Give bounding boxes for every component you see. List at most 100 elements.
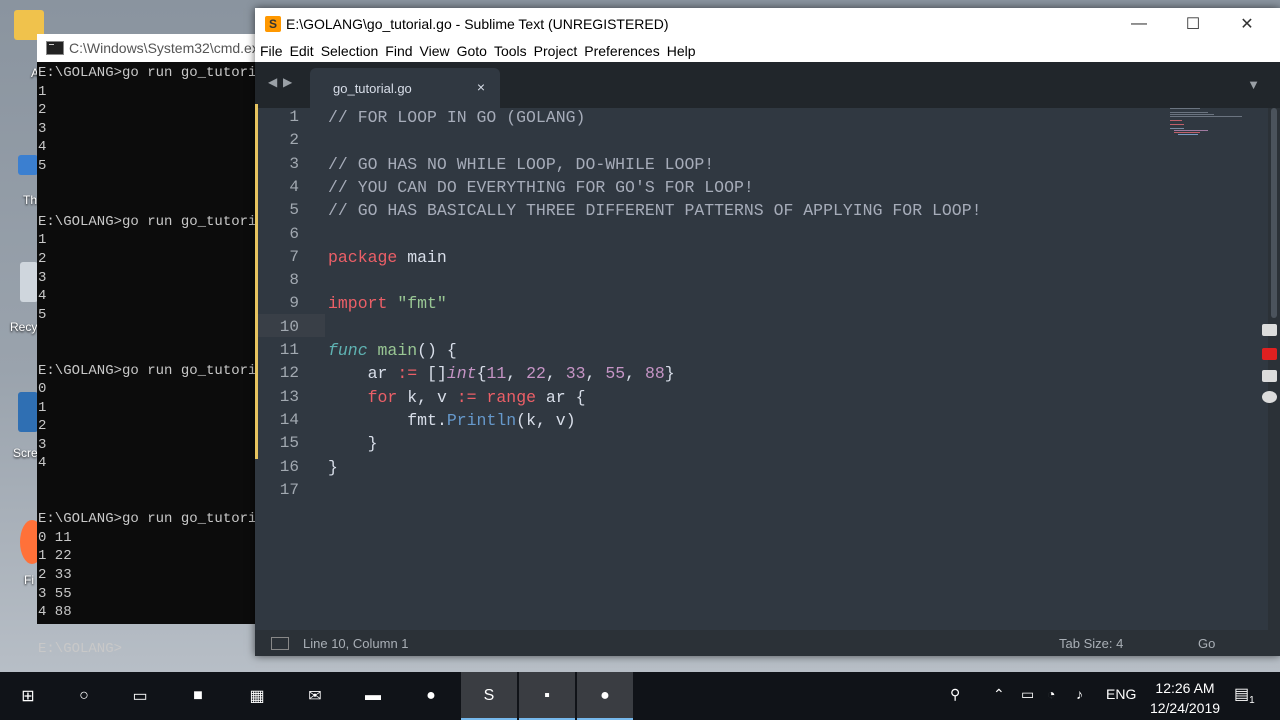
- cmd-line: 1 22: [38, 548, 72, 565]
- code-line[interactable]: // GO HAS NO WHILE LOOP, DO-WHILE LOOP!: [328, 155, 714, 174]
- menu-selection[interactable]: Selection: [321, 43, 379, 59]
- code-line[interactable]: func main() {: [328, 341, 457, 360]
- notification-icon[interactable]: ▤1: [1234, 684, 1255, 706]
- tab-dropdown-icon[interactable]: ▼: [1247, 77, 1260, 92]
- sublime-window[interactable]: S E:\GOLANG\go_tutorial.go - Sublime Tex…: [255, 8, 1280, 656]
- menu-edit[interactable]: Edit: [290, 43, 314, 59]
- store-icon[interactable]: ▦: [229, 672, 285, 720]
- cmd-titlebar[interactable]: C:\Windows\System32\cmd.exe: [37, 34, 277, 62]
- cmd-line: 3: [38, 436, 47, 453]
- modified-lines-marker: [255, 104, 258, 459]
- close-button[interactable]: ✕: [1220, 8, 1274, 40]
- sublime-titlebar[interactable]: S E:\GOLANG\go_tutorial.go - Sublime Tex…: [255, 8, 1280, 40]
- app-icon[interactable]: ■: [170, 672, 226, 720]
- code-line[interactable]: fmt.Println(k, v): [328, 411, 575, 430]
- menu-help[interactable]: Help: [667, 43, 696, 59]
- recorder-icon[interactable]: ●: [577, 672, 633, 720]
- code-line[interactable]: // YOU CAN DO EVERYTHING FOR GO'S FOR LO…: [328, 178, 754, 197]
- code-line[interactable]: import "fmt": [328, 294, 447, 313]
- camera-icon[interactable]: [1262, 324, 1277, 336]
- cmd-line: [38, 622, 277, 641]
- language-indicator[interactable]: ENG: [1106, 686, 1136, 702]
- line-number: 17: [279, 480, 299, 499]
- cmd-line: [38, 473, 277, 492]
- tab-size[interactable]: Tab Size: 4: [1059, 636, 1123, 651]
- screenshot-icon[interactable]: [18, 392, 38, 432]
- syntax-mode[interactable]: Go: [1198, 636, 1215, 651]
- network-icon[interactable]: ◔: [1047, 686, 1055, 702]
- code-line[interactable]: }: [328, 458, 338, 477]
- tab-label: go_tutorial.go: [333, 81, 412, 96]
- cortana-icon[interactable]: ○: [56, 672, 112, 720]
- cmd-window[interactable]: C:\Windows\System32\cmd.exe E:\GOLANG>go…: [37, 34, 298, 657]
- minimize-button[interactable]: —: [1112, 8, 1166, 40]
- maximize-button[interactable]: ☐: [1166, 8, 1220, 40]
- gallery-icon[interactable]: [1262, 370, 1277, 382]
- cmd-line: 1: [38, 232, 47, 249]
- volume-icon[interactable]: ♪: [1076, 686, 1083, 702]
- panel-toggle-icon[interactable]: [271, 636, 289, 650]
- mail-icon[interactable]: ✉: [287, 672, 343, 720]
- line-number: 7: [289, 247, 299, 266]
- cmd-line: 4: [38, 288, 47, 305]
- forward-arrow-icon[interactable]: ▶: [283, 75, 292, 89]
- line-number: 8: [289, 271, 299, 290]
- code-line[interactable]: // GO HAS BASICALLY THREE DIFFERENT PATT…: [328, 201, 982, 220]
- code-line[interactable]: package main: [328, 248, 447, 267]
- cmd-line: E:\GOLANG>go run go_tutorial.go: [38, 362, 299, 379]
- menu-project[interactable]: Project: [534, 43, 578, 59]
- menu-find[interactable]: Find: [385, 43, 412, 59]
- scrollbar-thumb[interactable]: [1271, 108, 1277, 318]
- cmd-icon: [46, 41, 64, 55]
- start-icon[interactable]: ⊞: [0, 672, 56, 720]
- code-line[interactable]: // FOR LOOP IN GO (GOLANG): [328, 108, 585, 127]
- menu-goto[interactable]: Goto: [457, 43, 487, 59]
- cmd-line: [38, 176, 277, 195]
- clock-date: 12/24/2019: [1149, 700, 1221, 716]
- tab-go-tutorial[interactable]: go_tutorial.go ×: [310, 68, 500, 108]
- cmd-line: [38, 492, 277, 511]
- back-arrow-icon[interactable]: ◀: [268, 75, 277, 89]
- settings-icon[interactable]: [1262, 391, 1277, 403]
- cmd-line: 2: [38, 102, 47, 119]
- cmd-line: 0: [38, 381, 47, 398]
- desktop-label: Th: [23, 193, 38, 207]
- taskbar: ⊞ ○ ▭ ■ ▦ ✉ ▬ ● S ▪ ● ⚲ ⌃ ▭ ◔ ♪ ENG 12:26 AM 12/24…: [0, 672, 1280, 720]
- this-pc-icon[interactable]: [18, 155, 38, 175]
- show-hidden-icons[interactable]: ⌃: [993, 686, 1005, 703]
- code-line[interactable]: ar := []int{11, 22, 33, 55, 88}: [328, 364, 675, 383]
- line-number: 3: [289, 154, 299, 173]
- menu-file[interactable]: File: [260, 43, 283, 59]
- cmd-line: 1: [38, 83, 47, 100]
- line-number: 10: [279, 317, 299, 336]
- cmd-output[interactable]: E:\GOLANG>go run go_tutorial.go 1 2 3 4 5 E:\G…: [37, 62, 299, 659]
- recycle-bin-icon[interactable]: [20, 262, 38, 302]
- line-number: 13: [279, 387, 299, 406]
- cmd-icon[interactable]: ▪: [519, 672, 575, 720]
- desktop-label: Fi: [24, 573, 34, 587]
- clock[interactable]: 12:26 AM 12/24/2019: [1140, 678, 1230, 718]
- record-icon[interactable]: [1262, 348, 1277, 360]
- people-icon[interactable]: ⚲: [950, 686, 960, 703]
- tab-close-icon[interactable]: ×: [477, 79, 485, 95]
- line-number: 15: [279, 434, 299, 453]
- file-explorer-icon[interactable]: ▬: [345, 672, 401, 720]
- menu-tools[interactable]: Tools: [494, 43, 527, 59]
- cmd-line: [38, 324, 277, 343]
- minimap[interactable]: [1170, 108, 1265, 148]
- line-number: 6: [289, 224, 299, 243]
- firefox-icon[interactable]: ●: [403, 672, 459, 720]
- cmd-title: C:\Windows\System32\cmd.exe: [69, 40, 267, 56]
- code-line[interactable]: for k, v := range ar {: [328, 388, 586, 407]
- sublime-icon[interactable]: S: [461, 672, 517, 720]
- line-number: 1: [289, 108, 299, 126]
- battery-icon[interactable]: ▭: [1021, 686, 1034, 703]
- editor-area[interactable]: 1 2 3 4 5 6 7 8 9 10 11 12 13 14 15 16 17 // FOR LOOP IN…: [255, 104, 1280, 630]
- code-line[interactable]: }: [328, 434, 378, 453]
- menu-preferences[interactable]: Preferences: [584, 43, 659, 59]
- menu-view[interactable]: View: [420, 43, 450, 59]
- line-number: 5: [289, 201, 299, 220]
- task-view-icon[interactable]: ▭: [112, 672, 168, 720]
- menu-bar: File Edit Selection Find View Goto Tools…: [255, 40, 1280, 62]
- line-number: 2: [289, 131, 299, 150]
